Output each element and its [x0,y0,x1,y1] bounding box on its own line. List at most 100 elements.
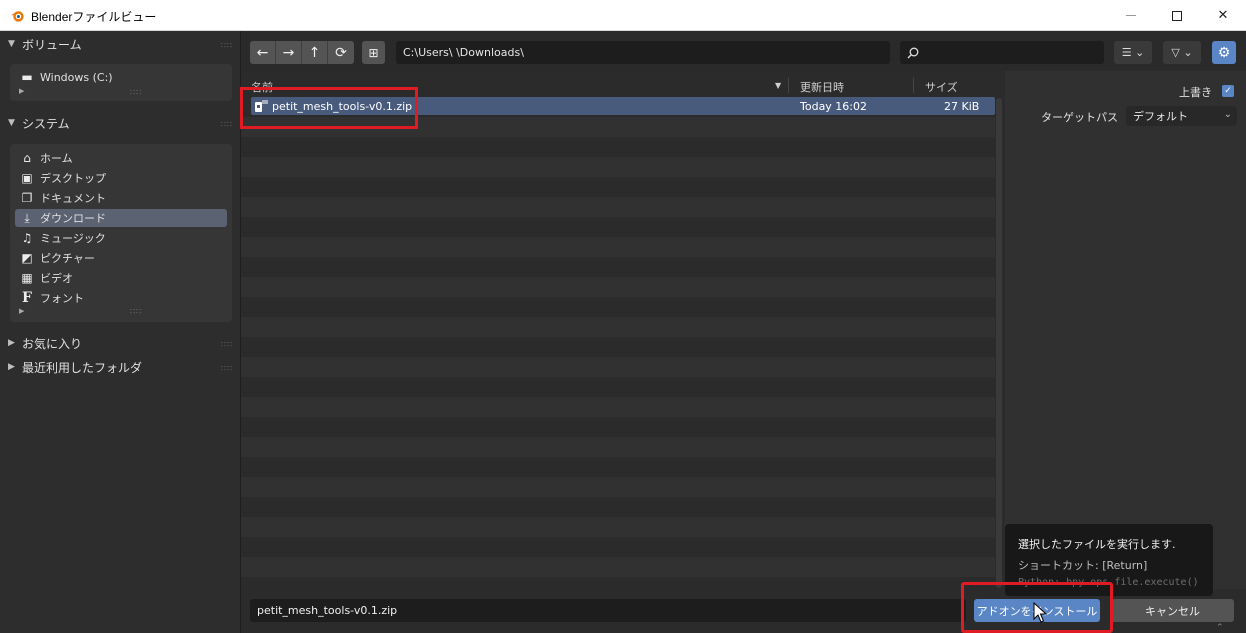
refresh-button[interactable]: ⟳ [328,41,354,64]
expand-triangle-icon[interactable]: ▶ [19,307,24,315]
file-list-row-stripe [241,237,995,257]
file-list-row-stripe [241,517,995,537]
highlight-box-file [240,87,418,129]
recent-panel-header[interactable]: ▶ 最近利用したフォルダ ∷∷ [0,355,240,379]
sidebar-item-windows-c[interactable]: ▬ Windows (C:) [15,68,227,86]
column-header-modified[interactable]: 更新日時 [800,79,844,95]
resize-grip-icon[interactable]: ∷∷ [130,307,142,316]
file-list-row-stripe [241,377,995,397]
sidebar-item-label: フォント [40,292,84,305]
overwrite-label: 上書き [1179,86,1212,99]
file-list-row-stripe [241,537,995,557]
column-header-size[interactable]: サイズ [925,79,958,95]
search-icon [907,47,919,58]
file-list-row-stripe [241,557,995,577]
sort-descending-icon[interactable]: ▼ [775,81,781,90]
sidebar-item-label: ピクチャー [40,252,95,265]
home-icon: ⌂ [23,151,31,165]
system-panel-header[interactable]: ▼ システム ∷∷ [0,111,240,135]
settings-toggle-button[interactable]: ⚙ [1212,41,1236,64]
refresh-icon: ⟳ [335,44,347,61]
file-list-row-stripe [241,277,995,297]
file-list-row-stripe [241,477,995,497]
parent-directory-button[interactable]: ↑ [302,41,328,64]
file-list-row-stripe [241,417,995,437]
music-icon: ♫ [21,231,33,245]
chevron-down-icon: ⌄ [1223,109,1232,120]
list-view-icon: ☰ [1121,46,1132,59]
resize-grip-icon[interactable]: ∷∷ [130,88,142,97]
volumes-panel-header[interactable]: ▼ ボリューム ∷∷ [0,32,240,56]
collapsed-caret-icon: ▶ [8,362,15,372]
column-divider[interactable] [913,78,914,93]
sidebar-item-label: ダウンロード [40,212,106,225]
favorites-header-label: お気に入り [22,336,83,351]
filter-dropdown[interactable]: ▽ ⌄ [1163,41,1201,64]
filter-icon: ▽ [1171,46,1180,59]
favorites-panel-header[interactable]: ▶ お気に入り ∷∷ [0,331,240,355]
maximize-button[interactable] [1154,0,1200,31]
sidebar-item-home[interactable]: ⌂ ホーム [15,149,227,167]
close-button[interactable]: ✕ [1200,0,1246,31]
file-list-row-stripe [241,297,995,317]
resize-corner-icon[interactable]: ⌃ [1216,623,1224,633]
file-list-row-stripe [241,157,995,177]
file-list-row-stripe [241,457,995,477]
file-browser-toolbar: ← → ↑ ⟳ ⊞ C:\Users\ \Downloads\ ☰ ⌄ ▽ ⌄ … [241,31,1246,71]
recent-header-label: 最近利用したフォルダ [22,360,143,375]
drag-grip-icon[interactable]: ∷∷ [221,120,233,129]
tooltip-description: 選択したファイルを実行します. [1018,538,1176,551]
tooltip-shortcut: ショートカット: [Return] [1018,559,1148,572]
minimize-button[interactable] [1108,0,1154,31]
file-list-row-stripe [241,317,995,337]
close-icon: ✕ [1217,8,1229,23]
search-field[interactable] [900,41,1104,64]
back-arrow-icon: ← [256,44,269,61]
sidebar-item-documents[interactable]: ❐ ドキュメント [15,189,227,207]
sidebar-item-downloads[interactable]: ⤓ ダウンロード [15,209,227,227]
file-list-row-stripe [241,397,995,417]
sidebar-item-pictures[interactable]: ◩ ピクチャー [15,249,227,267]
sidebar-item-music[interactable]: ♫ ミュージック [15,229,227,247]
new-directory-button[interactable]: ⊞ [362,41,385,64]
back-button[interactable]: ← [250,41,276,64]
sidebar-item-videos[interactable]: ▦ ビデオ [15,269,227,287]
sidebar: ▼ ボリューム ∷∷ ▬ Windows (C:) ▶ ∷∷ ▼ システム ∷∷… [0,31,241,633]
file-list-row-stripe [241,197,995,217]
new-folder-icon: ⊞ [368,45,379,60]
file-list-row-stripe [241,217,995,237]
file-list-row-stripe [241,177,995,197]
file-size: 27 KiB [944,100,980,113]
file-modified: Today 16:02 [800,100,868,113]
file-list-row-stripe [241,437,995,457]
filename-field[interactable]: petit_mesh_tools-v0.1.zip [250,599,966,622]
documents-icon: ❐ [21,191,33,205]
file-rows-background [241,97,995,589]
pictures-icon: ◩ [21,251,33,265]
expanded-caret-icon: ▼ [8,39,15,49]
column-divider[interactable] [788,78,789,93]
overwrite-checkbox[interactable]: ✓ [1222,85,1234,97]
drag-grip-icon[interactable]: ∷∷ [221,364,233,373]
chevron-down-icon: ⌄ [1135,46,1145,59]
drag-grip-icon[interactable]: ∷∷ [221,41,233,50]
volumes-list: ▬ Windows (C:) ▶ ∷∷ [10,64,232,101]
drive-icon: ▬ [21,70,33,84]
cancel-button[interactable]: キャンセル [1111,599,1234,622]
sidebar-item-label: ビデオ [40,272,73,285]
sidebar-item-fonts[interactable]: F フォント [15,289,227,307]
directory-path-field[interactable]: C:\Users\ \Downloads\ [396,41,890,64]
drag-grip-icon[interactable]: ∷∷ [221,340,233,349]
expanded-caret-icon: ▼ [8,118,15,128]
minimize-icon [1126,15,1136,16]
target-path-select[interactable]: デフォルト ⌄ [1126,106,1237,126]
file-list-scrollbar[interactable] [996,98,1002,588]
display-mode-dropdown[interactable]: ☰ ⌄ [1114,41,1152,64]
expand-triangle-icon[interactable]: ▶ [19,87,24,95]
blender-logo-icon [10,11,24,22]
checkmark-icon: ✓ [1224,86,1232,96]
sidebar-item-desktop[interactable]: ▣ デスクトップ [15,169,227,187]
forward-arrow-icon: → [282,44,295,61]
forward-button[interactable]: → [276,41,302,64]
title-bar: Blenderファイルビュー ✕ [0,0,1246,31]
